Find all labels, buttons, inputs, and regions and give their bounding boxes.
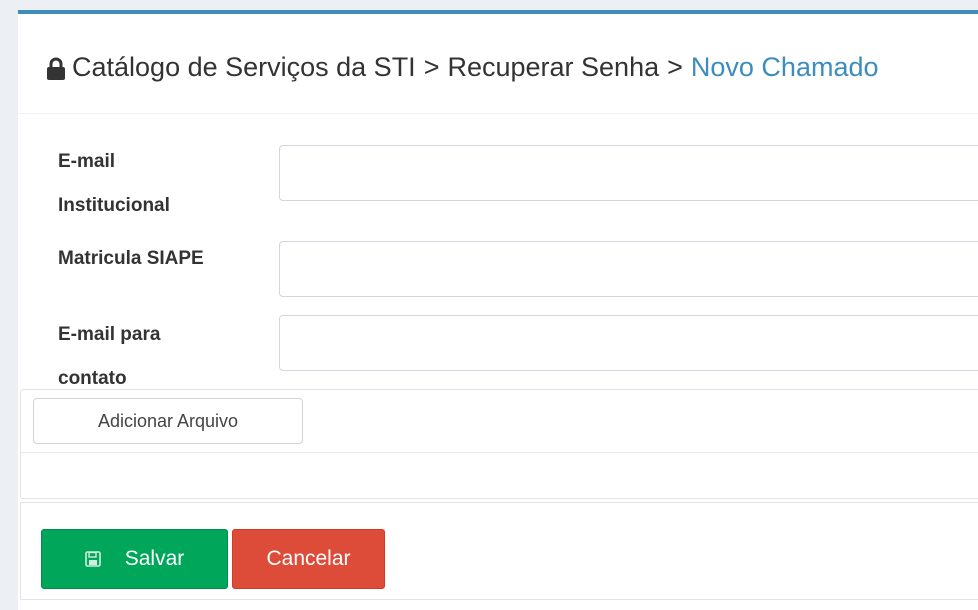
breadcrumb-catalog[interactable]: Catálogo de Serviços da STI (72, 52, 416, 83)
panel-header: Catálogo de Serviços da STI > Recuperar … (18, 14, 978, 114)
save-button[interactable]: Salvar (41, 529, 228, 589)
cancel-button-label: Cancelar (266, 547, 351, 570)
floppy-disk-icon (84, 551, 101, 567)
institutional-email-field[interactable] (279, 145, 978, 201)
institutional-email-label: E-mail Institucional (58, 151, 170, 216)
breadcrumb-separator: > (423, 52, 440, 82)
siape-registration-field[interactable] (279, 241, 978, 297)
cancel-button[interactable]: Cancelar (232, 529, 385, 589)
breadcrumb-separator: > (667, 52, 683, 82)
save-button-label: Salvar (124, 547, 185, 570)
contact-email-label: E-mail para contato (58, 324, 161, 389)
divider (21, 452, 978, 453)
breadcrumb: Catálogo de Serviços da STI > Recuperar … (46, 52, 879, 83)
siape-registration-label: Matricula SIAPE (58, 248, 204, 269)
breadcrumb-new-ticket: Novo Chamado (690, 52, 879, 82)
contact-email-field[interactable] (279, 315, 978, 371)
attachment-area: Adicionar Arquivo (20, 389, 978, 499)
form-actions: Salvar Cancelar (20, 502, 978, 600)
breadcrumb-recover-password[interactable]: Recuperar Senha (447, 52, 659, 83)
lock-icon (47, 57, 65, 80)
add-file-button[interactable]: Adicionar Arquivo (33, 398, 303, 444)
